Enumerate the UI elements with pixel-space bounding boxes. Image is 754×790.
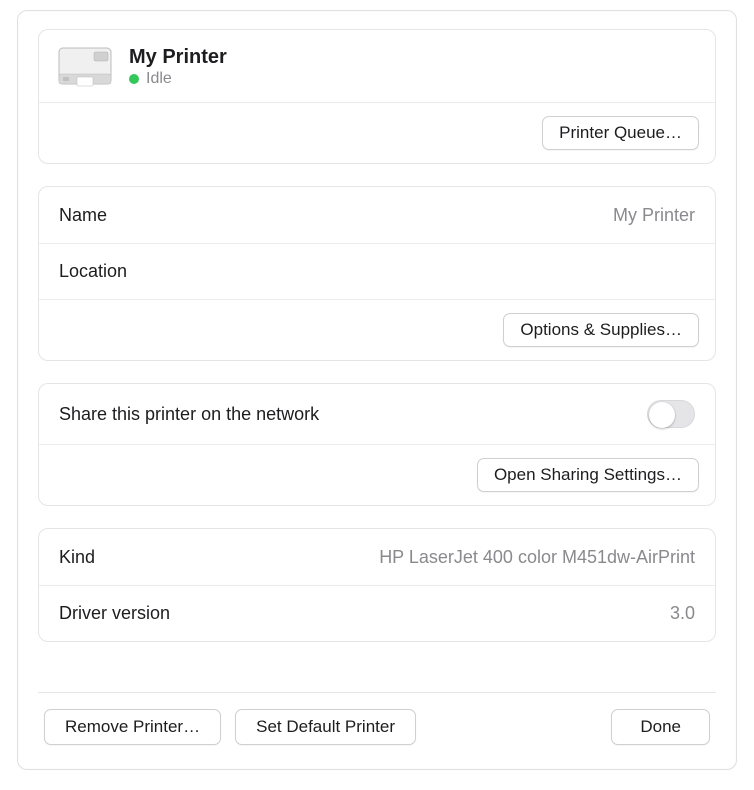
toggle-knob xyxy=(649,402,675,428)
options-supplies-row: Options & Supplies… xyxy=(39,299,715,360)
kind-label: Kind xyxy=(59,547,95,568)
kind-value: HP LaserJet 400 color M451dw-AirPrint xyxy=(379,547,695,568)
printer-title-group: My Printer Idle xyxy=(129,46,227,88)
footer: Remove Printer… Set Default Printer Done xyxy=(38,692,716,751)
printer-settings-panel: My Printer Idle Printer Queue… Name My P… xyxy=(17,10,737,770)
info-section: Kind HP LaserJet 400 color M451dw-AirPri… xyxy=(38,528,716,642)
done-button[interactable]: Done xyxy=(611,709,710,745)
name-label: Name xyxy=(59,205,107,226)
location-label: Location xyxy=(59,261,127,282)
driver-version-row: Driver version 3.0 xyxy=(39,585,715,641)
name-location-section: Name My Printer Location Options & Suppl… xyxy=(38,186,716,361)
share-label: Share this printer on the network xyxy=(59,404,319,425)
remove-printer-button[interactable]: Remove Printer… xyxy=(44,709,221,745)
driver-version-label: Driver version xyxy=(59,603,170,624)
printer-status: Idle xyxy=(129,70,227,88)
name-row[interactable]: Name My Printer xyxy=(39,187,715,243)
sharing-section: Share this printer on the network Open S… xyxy=(38,383,716,506)
printer-status-text: Idle xyxy=(146,70,172,88)
share-row: Share this printer on the network xyxy=(39,384,715,444)
status-dot-icon xyxy=(129,74,139,84)
driver-version-value: 3.0 xyxy=(670,603,695,624)
printer-icon xyxy=(57,44,113,90)
options-supplies-button[interactable]: Options & Supplies… xyxy=(503,313,699,347)
printer-queue-row: Printer Queue… xyxy=(39,102,715,163)
name-value: My Printer xyxy=(613,205,695,226)
open-sharing-row: Open Sharing Settings… xyxy=(39,444,715,505)
printer-queue-button[interactable]: Printer Queue… xyxy=(542,116,699,150)
printer-name: My Printer xyxy=(129,46,227,68)
share-toggle[interactable] xyxy=(647,400,695,428)
kind-row: Kind HP LaserJet 400 color M451dw-AirPri… xyxy=(39,529,715,585)
set-default-button[interactable]: Set Default Printer xyxy=(235,709,416,745)
printer-header: My Printer Idle xyxy=(39,30,715,102)
location-row[interactable]: Location xyxy=(39,243,715,299)
printer-header-section: My Printer Idle Printer Queue… xyxy=(38,29,716,164)
open-sharing-button[interactable]: Open Sharing Settings… xyxy=(477,458,699,492)
